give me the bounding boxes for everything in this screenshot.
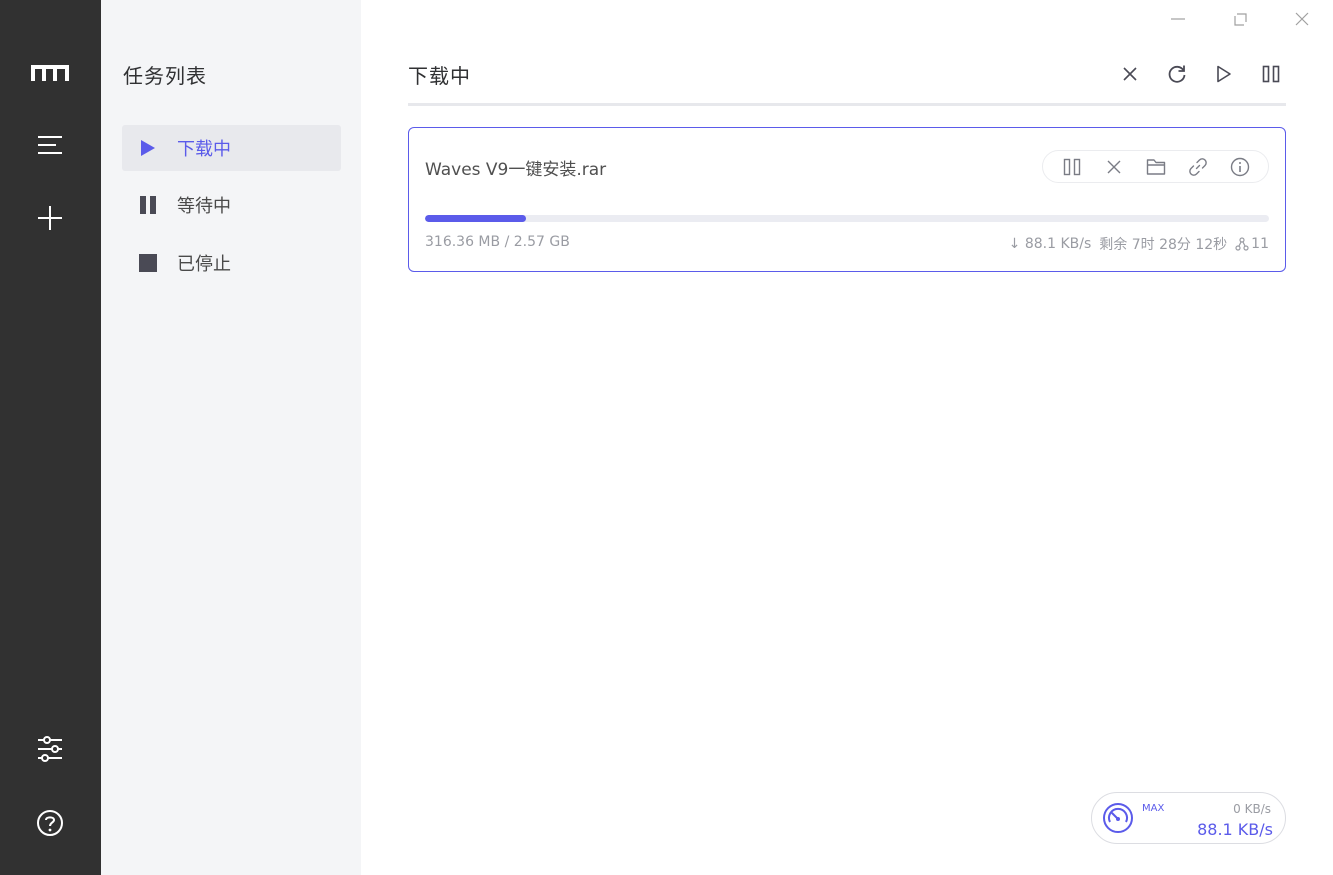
nav-item-label: 已停止 <box>177 254 231 275</box>
pause-icon <box>138 195 158 215</box>
connections-count: 11 <box>1251 236 1269 252</box>
task-speed: ↓ 88.1 KB/s <box>1008 236 1092 252</box>
nav-item-label: 等待中 <box>177 196 231 217</box>
folder-icon[interactable] <box>1141 152 1170 181</box>
panel-title: 任务列表 <box>123 64 207 88</box>
speedometer[interactable]: MAX 0 KB/s 88.1 KB/s <box>1091 792 1286 844</box>
close-icon[interactable] <box>1114 58 1146 90</box>
nav-item-label: 下载中 <box>177 139 231 160</box>
progress-fill <box>425 215 527 222</box>
speedometer-icon <box>1102 802 1134 838</box>
task-connections: 11 <box>1235 236 1269 252</box>
info-icon[interactable] <box>1225 152 1254 181</box>
app-rail <box>0 0 101 875</box>
task-filename: Waves V9一键安装.rar <box>425 160 607 180</box>
download-speed: 88.1 KB/s <box>1197 820 1273 839</box>
play-icon <box>138 138 158 158</box>
add-icon[interactable] <box>26 194 74 242</box>
sliders-icon[interactable] <box>26 725 74 773</box>
task-actions <box>1042 150 1269 183</box>
menu-icon[interactable] <box>26 121 74 169</box>
nav-item-stopped[interactable]: 已停止 <box>122 240 341 286</box>
play-icon[interactable] <box>1208 58 1240 90</box>
close-icon[interactable] <box>1289 6 1315 32</box>
pause-icon[interactable] <box>1255 58 1287 90</box>
upload-speed: 0 KB/s <box>1233 802 1271 816</box>
help-icon[interactable] <box>26 799 74 847</box>
title-divider <box>408 103 1286 106</box>
task-size: 316.36 MB / 2.57 GB <box>425 234 570 250</box>
progress-bar <box>425 215 1269 222</box>
link-icon[interactable] <box>1183 152 1212 181</box>
maximize-icon[interactable] <box>1227 6 1253 32</box>
task-card[interactable]: Waves V9一键安装.rar 316.36 MB / 2.57 GB ↓ 8… <box>408 127 1286 272</box>
task-toolbar <box>1114 58 1287 90</box>
connections-icon <box>1235 237 1249 251</box>
page-title: 下载中 <box>408 64 471 88</box>
stop-icon <box>138 253 158 273</box>
pause-icon[interactable] <box>1057 152 1086 181</box>
delete-icon[interactable] <box>1099 152 1128 181</box>
task-list-panel: 任务列表 下载中 等待中 已停止 <box>101 0 361 875</box>
refresh-icon[interactable] <box>1161 58 1193 90</box>
task-stats: ↓ 88.1 KB/s 剩余 7时 28分 12秒 11 <box>1009 234 1269 254</box>
task-remaining: 剩余 7时 28分 12秒 <box>1099 237 1228 253</box>
nav-item-waiting[interactable]: 等待中 <box>122 182 341 228</box>
minimize-icon[interactable] <box>1165 6 1191 32</box>
speed-max-label: MAX <box>1142 803 1165 814</box>
main-content: 下载中 Waves V9一键安装.rar 316.36 MB / 2.57 GB… <box>361 0 1333 875</box>
nav-item-downloading[interactable]: 下载中 <box>122 125 341 171</box>
motrix-logo-icon[interactable] <box>26 49 74 97</box>
